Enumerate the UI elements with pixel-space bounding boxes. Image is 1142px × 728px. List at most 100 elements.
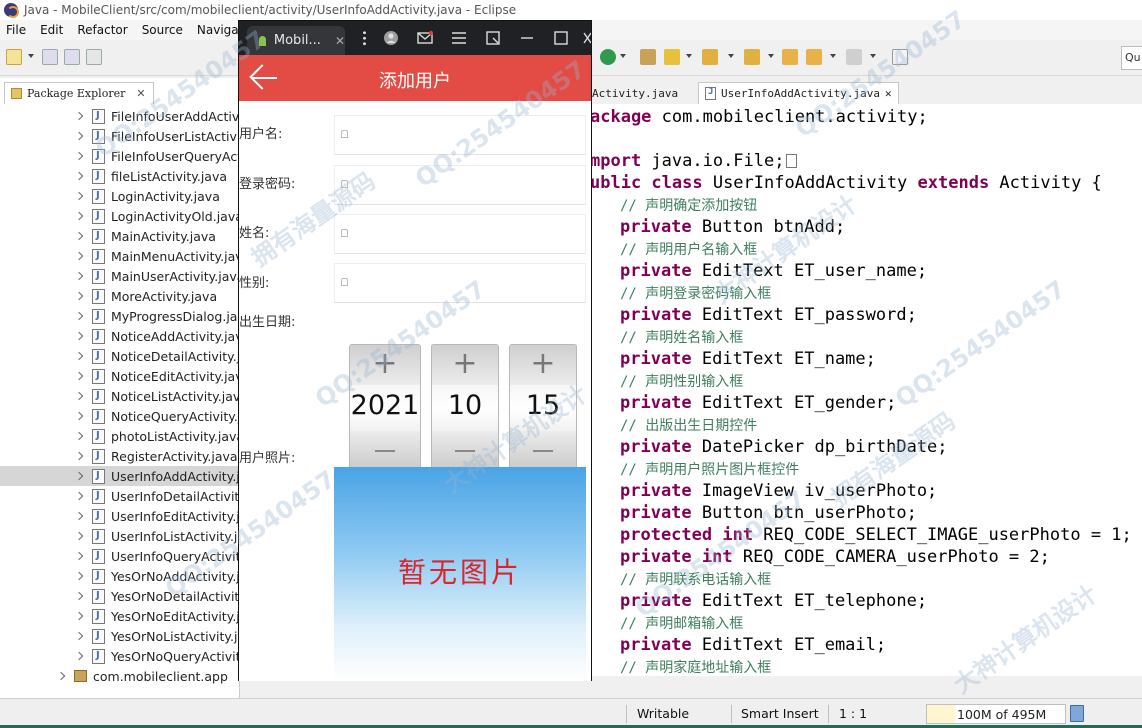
expand-icon[interactable] <box>74 351 84 361</box>
prev-annotation-dropdown-icon[interactable] <box>768 54 774 58</box>
day-decrement-button[interactable] <box>533 450 553 452</box>
expand-icon[interactable] <box>74 611 84 621</box>
window-close-icon[interactable] <box>583 30 591 46</box>
expand-icon[interactable] <box>56 671 66 681</box>
save-all-icon[interactable] <box>64 49 80 65</box>
expand-icon[interactable] <box>74 631 84 641</box>
close-icon[interactable]: ✕ <box>136 87 145 100</box>
tree-item-java-file[interactable]: UserInfoQueryActivity.java <box>0 546 238 566</box>
expand-icon[interactable] <box>74 511 84 521</box>
prev-annotation-icon[interactable] <box>744 49 760 65</box>
tree-item-java-file[interactable]: YesOrNoDetailActivity.java <box>0 586 238 606</box>
expand-icon[interactable] <box>74 171 84 181</box>
expand-icon[interactable] <box>74 331 84 341</box>
expand-icon[interactable] <box>74 251 84 261</box>
tree-item-java-file[interactable]: UserInfoDetailActivity.java <box>0 486 238 506</box>
gender-input[interactable] <box>334 263 586 303</box>
run-icon[interactable] <box>600 49 616 65</box>
expand-icon[interactable] <box>74 311 84 321</box>
search-dropdown-icon[interactable] <box>686 54 692 58</box>
expand-icon[interactable] <box>74 211 84 221</box>
tree-item-java-file[interactable]: MoreActivity.java <box>0 286 238 306</box>
tree-item-java-file[interactable]: MainActivity.java <box>0 226 238 246</box>
username-input[interactable] <box>334 115 586 155</box>
tree-item-java-file[interactable]: NoticeQueryActivity.java <box>0 406 238 426</box>
tree-item-java-file[interactable]: YesOrNoQueryActivity.java <box>0 646 238 666</box>
open-in-new-icon[interactable] <box>485 30 501 46</box>
tree-item-java-file[interactable]: fileListActivity.java <box>0 166 238 186</box>
close-icon[interactable]: ✕ <box>885 87 892 100</box>
more-vert-icon[interactable] <box>363 30 366 46</box>
expand-icon[interactable] <box>74 451 84 461</box>
tree-item-java-file[interactable]: FileInfoUserAddActivity.java <box>0 106 238 126</box>
month-value[interactable]: 10 <box>431 390 499 421</box>
tree-item-java-file[interactable]: RegisterActivity.java <box>0 446 238 466</box>
package-explorer-tab[interactable]: Package Explorer ✕ <box>4 82 154 104</box>
new-dropdown-icon[interactable] <box>28 54 34 58</box>
forward-icon[interactable] <box>846 49 862 65</box>
menu-edit[interactable]: Edit <box>40 23 63 37</box>
run-dropdown-icon[interactable] <box>620 54 626 58</box>
folded-code-icon[interactable] <box>786 154 798 168</box>
year-decrement-button[interactable] <box>375 450 395 452</box>
expand-icon[interactable] <box>74 191 84 201</box>
quick-access-input[interactable]: Qu <box>1121 46 1142 70</box>
day-value[interactable]: 15 <box>509 390 577 421</box>
tree-item-java-file[interactable]: NoticeListActivity.java <box>0 386 238 406</box>
forward-dropdown-icon[interactable] <box>870 54 876 58</box>
tree-item-java-file[interactable]: NoticeDetailActivity.java <box>0 346 238 366</box>
open-type-icon[interactable] <box>640 49 656 65</box>
month-increment-button[interactable]: + <box>431 346 499 382</box>
tree-item-java-file[interactable]: UserInfoAddActivity.java <box>0 466 238 486</box>
name-input[interactable] <box>334 214 586 254</box>
expand-icon[interactable] <box>74 371 84 381</box>
expand-icon[interactable] <box>74 651 84 661</box>
expand-icon[interactable] <box>74 571 84 581</box>
tree-item-java-file[interactable]: FileInfoUserListActivity.java <box>0 126 238 146</box>
pin-editor-icon[interactable] <box>892 49 908 65</box>
tree-item-java-file[interactable]: LoginActivityOld.java <box>0 206 238 226</box>
tree-item-java-file[interactable]: NoticeEditActivity.java <box>0 366 238 386</box>
tree-item-java-file[interactable]: YesOrNoEditActivity.java <box>0 606 238 626</box>
next-annotation-icon[interactable] <box>702 49 718 65</box>
back-icon[interactable] <box>806 49 822 65</box>
print-icon[interactable] <box>86 49 102 65</box>
menu-icon[interactable] <box>451 30 467 46</box>
month-decrement-button[interactable] <box>455 450 475 452</box>
last-edit-icon[interactable] <box>782 49 798 65</box>
tree-item-java-file[interactable]: YesOrNoListActivity.java <box>0 626 238 646</box>
maximize-icon[interactable] <box>553 30 569 46</box>
menu-navigate[interactable]: Navigat <box>197 23 243 37</box>
tree-item-java-file[interactable]: MyProgressDialog.java <box>0 306 238 326</box>
code-editor[interactable]: ackage com.mobileclient.activity; mport j… <box>540 104 1142 676</box>
expand-icon[interactable] <box>74 411 84 421</box>
menu-refactor[interactable]: Refactor <box>77 23 127 37</box>
expand-icon[interactable] <box>74 271 84 281</box>
emulator-tab[interactable]: Mobil... ✕ <box>247 26 345 55</box>
next-annotation-dropdown-icon[interactable] <box>728 54 734 58</box>
tree-item-java-file[interactable]: YesOrNoAddActivity.java <box>0 566 238 586</box>
tree-item-java-file[interactable]: LoginActivity.java <box>0 186 238 206</box>
expand-icon[interactable] <box>74 591 84 601</box>
year-increment-button[interactable]: + <box>349 346 421 382</box>
tree-item-java-file[interactable]: MainUserActivity.java <box>0 266 238 286</box>
tree-item-package[interactable]: com.mobileclient.app <box>0 666 238 686</box>
back-dropdown-icon[interactable] <box>830 54 836 58</box>
expand-icon[interactable] <box>74 231 84 241</box>
close-icon[interactable]: ✕ <box>335 34 345 48</box>
trash-icon[interactable] <box>1070 705 1084 722</box>
new-icon[interactable] <box>6 49 22 65</box>
tree-item-java-file[interactable]: photoListActivity.java <box>0 426 238 446</box>
tree-item-java-file[interactable]: NoticeAddActivity.java <box>0 326 238 346</box>
tree-item-java-file[interactable]: UserInfoListActivity.java <box>0 526 238 546</box>
expand-icon[interactable] <box>74 471 84 481</box>
expand-icon[interactable] <box>74 111 84 121</box>
tab-userinfoaddactivity-java[interactable]: UserInfoAddActivity.java ✕ <box>698 82 899 104</box>
tree-item-java-file[interactable]: UserInfoEditActivity.java <box>0 506 238 526</box>
save-icon[interactable] <box>42 49 58 65</box>
tree-item-java-file[interactable]: FileInfoUserQueryActivity.java <box>0 146 238 166</box>
password-input[interactable] <box>334 165 586 205</box>
account-icon[interactable] <box>383 30 399 46</box>
expand-icon[interactable] <box>74 551 84 561</box>
day-increment-button[interactable]: + <box>509 346 577 382</box>
